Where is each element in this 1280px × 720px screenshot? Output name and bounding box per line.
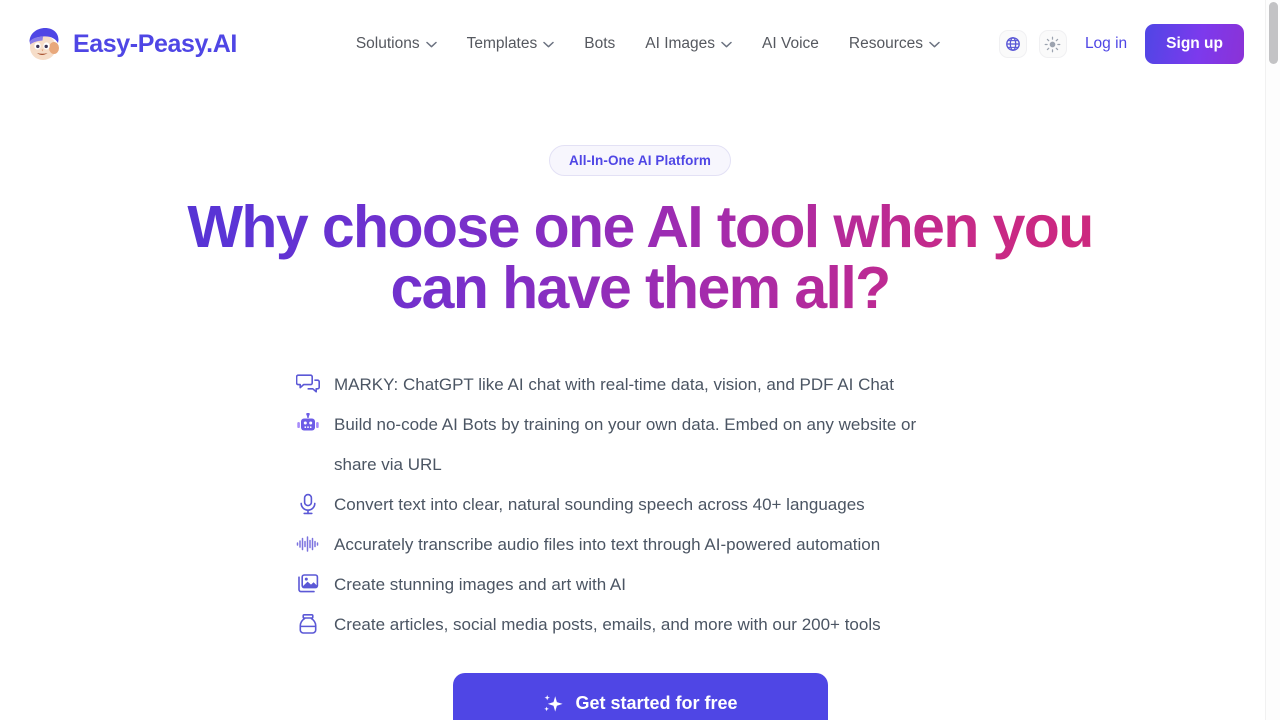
list-item: Accurately transcribe audio files into t…	[296, 525, 956, 565]
brand-logo[interactable]: Easy-Peasy.AI	[24, 24, 237, 64]
list-item: MARKY: ChatGPT like AI chat with real-ti…	[296, 365, 956, 405]
ink-bottle-icon	[296, 613, 322, 635]
cta-container: Get started for free	[0, 672, 1280, 720]
feature-text: Create articles, social media posts, ema…	[334, 614, 881, 634]
nav-item-solutions[interactable]: Solutions	[356, 35, 437, 53]
signup-button[interactable]: Sign up	[1145, 24, 1244, 64]
header-actions: Log in Sign up	[998, 24, 1244, 64]
mascot-face-icon	[24, 24, 64, 64]
nav-item-ai-voice[interactable]: AI Voice	[762, 35, 819, 53]
feature-text: Build no-code AI Bots by training on you…	[334, 414, 917, 474]
nav-item-label: Resources	[848, 35, 924, 52]
chat-bubbles-icon	[296, 373, 322, 395]
headline-line-1: Why choose one AI tool when you	[187, 194, 1093, 260]
headline-line-2: can have them all?	[390, 255, 890, 322]
chevron-down-icon	[425, 41, 437, 47]
nav-item-label: Templates	[466, 35, 538, 52]
page-scrollbar[interactable]	[1265, 0, 1280, 720]
scrollbar-thumb[interactable]	[1269, 2, 1278, 64]
sparkle-icon	[544, 694, 564, 712]
nav-item-ai-images[interactable]: AI Images	[645, 35, 732, 53]
brand-name: Easy-Peasy.AI	[73, 29, 237, 58]
nav-item-label: Bots	[584, 35, 616, 52]
nav-item-resources[interactable]: Resources	[849, 35, 940, 53]
theme-toggle-button[interactable]	[1038, 30, 1067, 58]
nav-item-label: AI Images	[645, 35, 716, 52]
hero-badge: All-In-One AI Platform	[549, 145, 731, 176]
chevron-down-icon	[929, 41, 940, 47]
audio-waveform-icon	[296, 533, 322, 555]
feature-text: Convert text into clear, natural soundin…	[334, 494, 865, 514]
list-item: Create articles, social media posts, ema…	[296, 605, 956, 645]
nav-item-templates[interactable]: Templates	[467, 35, 555, 53]
feature-list: MARKY: ChatGPT like AI chat with real-ti…	[296, 365, 956, 645]
list-item: Convert text into clear, natural soundin…	[296, 485, 956, 525]
chevron-down-icon	[543, 41, 554, 47]
globe-icon	[1006, 37, 1020, 51]
microphone-icon	[296, 493, 322, 515]
page-title: Why choose one AI tool when you can have…	[0, 197, 1280, 320]
image-icon	[296, 573, 322, 595]
hero-section: All-In-One AI Platform Why choose one AI…	[0, 88, 1280, 720]
login-link[interactable]: Log in	[1079, 35, 1133, 53]
landing-page: Easy-Peasy.AI Solutions Templates Bots A…	[0, 0, 1280, 720]
list-item: Build no-code AI Bots by training on you…	[296, 405, 956, 485]
feature-text: Create stunning images and art with AI	[334, 574, 626, 594]
nav-item-label: AI Voice	[762, 35, 819, 52]
site-header: Easy-Peasy.AI Solutions Templates Bots A…	[0, 0, 1268, 88]
list-item: Create stunning images and art with AI	[296, 565, 956, 605]
robot-icon	[296, 412, 322, 435]
language-switcher-button[interactable]	[998, 30, 1027, 58]
cta-label: Get started for free	[575, 693, 738, 714]
nav-item-label: Solutions	[355, 35, 420, 52]
chevron-down-icon	[721, 41, 732, 47]
main-navigation: Solutions Templates Bots AI Images AI Vo…	[297, 35, 999, 53]
feature-text: Accurately transcribe audio files into t…	[334, 534, 881, 554]
feature-text: MARKY: ChatGPT like AI chat with real-ti…	[334, 374, 894, 394]
sun-icon	[1045, 36, 1061, 52]
nav-item-bots[interactable]: Bots	[584, 35, 615, 53]
get-started-button[interactable]: Get started for free	[452, 672, 828, 720]
